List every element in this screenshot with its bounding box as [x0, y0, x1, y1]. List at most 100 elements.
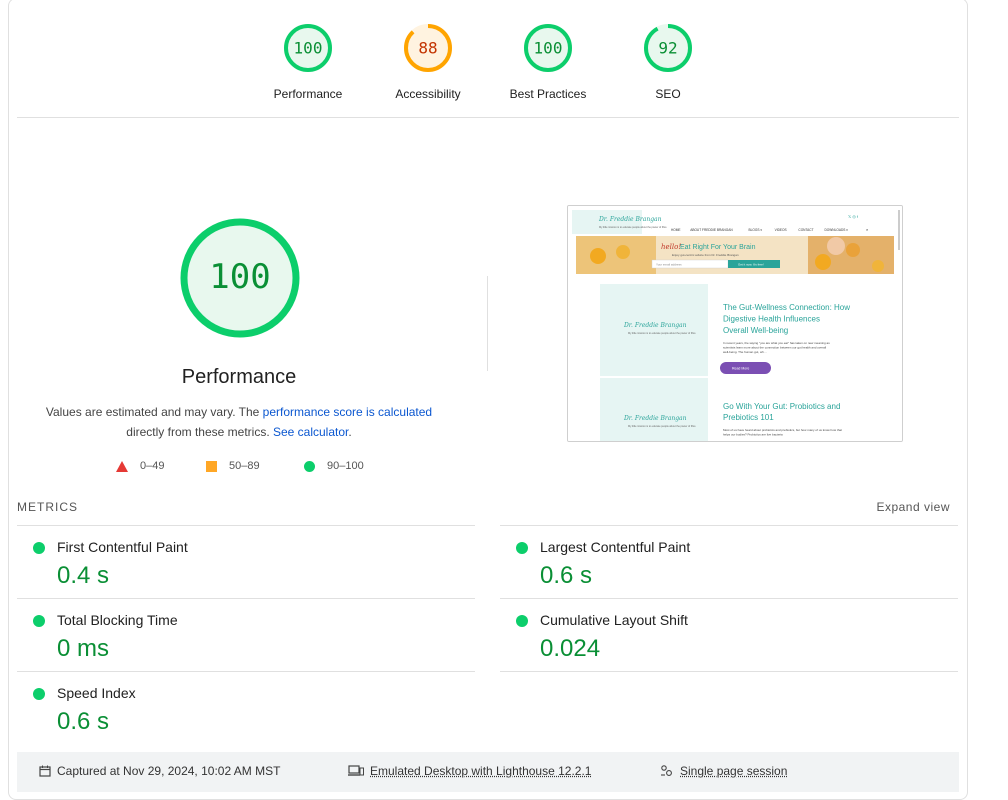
preview-text-line: well-being. The human gut, wh… [723, 350, 767, 354]
legend-range: 0–49 [140, 460, 165, 472]
post-thumb-tagline: My little mission is to educate people a… [628, 332, 696, 335]
site-nav-item: ABOUT FREDDIE BRANGAN [690, 228, 733, 232]
post2-thumb-name: Dr. Freddie Brangan [623, 415, 687, 422]
site-nav-item: DOWNLOADS ▾ [825, 228, 849, 232]
metric-name: Largest Contentful Paint [540, 539, 691, 555]
gauge-ring: 92 [644, 24, 692, 72]
header-divider [17, 117, 959, 118]
metric-value: 0 ms [57, 635, 110, 662]
gauge-label: Accessibility [395, 87, 461, 101]
preview-text-line: In recent years, the saying "you are wha… [723, 341, 830, 345]
pass-icon [516, 615, 528, 627]
score-calculated-link[interactable]: performance score is calculated [263, 405, 432, 419]
metric-name: First Contentful Paint [57, 539, 188, 555]
gauge-seo[interactable]: 92 SEO [613, 22, 723, 101]
legend-fail: 0–49 [116, 460, 164, 472]
calendar-icon [39, 765, 51, 777]
gauge-performance[interactable]: 100 Performance [253, 22, 363, 101]
read-more-button: Read More [732, 367, 749, 371]
metric-fcp: First Contentful Paint 0.4 s [17, 525, 475, 598]
metric-si: Speed Index 0.6 s [17, 671, 475, 744]
social-icons: 𝕏 ◎ f [848, 214, 859, 219]
emulated-info[interactable]: Emulated Desktop with Lighthouse 12.2.1 [348, 764, 591, 778]
captured-text: Captured at Nov 29, 2024, 10:02 AM MST [57, 764, 281, 778]
search-icon: ⌕ [866, 227, 868, 232]
pass-icon [33, 542, 45, 554]
run-info-footer: Captured at Nov 29, 2024, 10:02 AM MST E… [17, 752, 959, 792]
site-nav-item: CONTACT [798, 228, 813, 232]
desc-text: . [348, 425, 352, 439]
metric-cls: Cumulative Layout Shift 0.024 [500, 598, 958, 671]
preview-text-line: Digestive Health Influences [723, 315, 820, 324]
preview-text-line: Overall Well-being [723, 326, 788, 335]
pass-icon [516, 542, 528, 554]
gauge-label: SEO [655, 87, 681, 101]
pass-icon [33, 688, 45, 700]
square-icon [206, 460, 217, 472]
post2-thumb-tagline: My little mission is to educate people a… [628, 425, 696, 428]
legend-pass: 90–100 [304, 460, 364, 472]
hero-button: Get it now. It's free! [738, 263, 764, 267]
post-thumb-name: Dr. Freddie Brangan [623, 322, 687, 329]
metric-value: 0.4 s [57, 562, 110, 589]
metric-value: 0.6 s [540, 562, 593, 589]
site-tagline: My little mission is to educate people a… [599, 226, 667, 229]
gauge-ring: 100 [524, 24, 572, 72]
performance-title: Performance [181, 366, 297, 388]
site-nav-item: BLOGS ▾ [749, 228, 763, 232]
captured-info: Captured at Nov 29, 2024, 10:02 AM MST [39, 764, 280, 778]
session-text: Single page session [680, 764, 788, 778]
site-nav-item: VIDEOS [775, 228, 787, 232]
gauge-label: Best Practices [509, 87, 587, 101]
preview-text-line: Most of us have heard about probiotics a… [723, 428, 842, 432]
preview-text-line: scientists learn more about the connecti… [723, 346, 826, 350]
preview-text-line: Prebiotics 101 [723, 413, 774, 422]
metrics-header: METRICS [17, 500, 78, 514]
gauge-score: 100 [294, 39, 323, 58]
gauge-score: 92 [658, 39, 677, 58]
pass-icon [33, 615, 45, 627]
session-icon [661, 765, 672, 776]
website-preview: Dr. Freddie Brangan My little mission is… [568, 206, 902, 441]
hero-hello: hello! [661, 243, 681, 251]
metric-value: 0.6 s [57, 708, 110, 735]
metric-name: Speed Index [57, 685, 136, 701]
metric-value: 0.024 [540, 635, 601, 662]
hero-sub: Enjoy gut-centric advice from Dr. Freddi… [672, 253, 739, 257]
preview-text-line: helps our bodies? Probiotics are live ba… [723, 433, 783, 437]
legend-range: 50–89 [229, 460, 260, 472]
gauge-accessibility[interactable]: 88 Accessibility [373, 22, 483, 101]
desc-text: Values are estimated and may vary. The [45, 405, 263, 419]
metric-lcp: Largest Contentful Paint 0.6 s [500, 525, 958, 598]
desc-text: directly from these metrics. [126, 425, 273, 439]
expand-view-toggle[interactable]: Expand view [876, 500, 950, 514]
gauge-score: 88 [418, 39, 437, 58]
gauge-label: Performance [273, 87, 343, 101]
big-gauge-score: 100 [209, 257, 270, 297]
emulated-text: Emulated Desktop with Lighthouse 12.2.1 [370, 764, 592, 778]
legend-range: 90–100 [327, 460, 364, 472]
preview-text-line: The Gut-Wellness Connection: How [723, 303, 850, 312]
triangle-icon [116, 460, 128, 472]
metric-tbt: Total Blocking Time 0 ms [17, 598, 475, 671]
hero-title: Eat Right For Your Brain [680, 244, 756, 251]
gauge-ring: 88 [404, 24, 452, 72]
final-screenshot[interactable]: Dr. Freddie Brangan My little mission is… [567, 205, 903, 442]
gauge-best-practices[interactable]: 100 Best Practices [493, 22, 603, 101]
hero-input: Your email address [656, 263, 682, 267]
preview-text-line: Go With Your Gut: Probiotics and [723, 402, 840, 411]
site-name: Dr. Freddie Brangan [598, 216, 662, 223]
see-calculator-link[interactable]: See calculator [273, 425, 348, 439]
metric-name: Total Blocking Time [57, 612, 178, 628]
legend-average: 50–89 [206, 460, 260, 472]
vertical-divider [487, 276, 488, 371]
desktop-icon [348, 765, 364, 776]
gauge-score: 100 [534, 39, 563, 58]
performance-description: Values are estimated and may vary. The p… [30, 402, 448, 442]
site-nav-item: HOME [671, 228, 681, 232]
performance-big-gauge: 100 [180, 218, 300, 338]
session-info[interactable]: Single page session [660, 764, 787, 778]
category-gauges: 100 Performance 88 Accessibility 100 Bes… [0, 0, 1008, 110]
metric-name: Cumulative Layout Shift [540, 612, 688, 628]
metric-rule [500, 671, 958, 672]
